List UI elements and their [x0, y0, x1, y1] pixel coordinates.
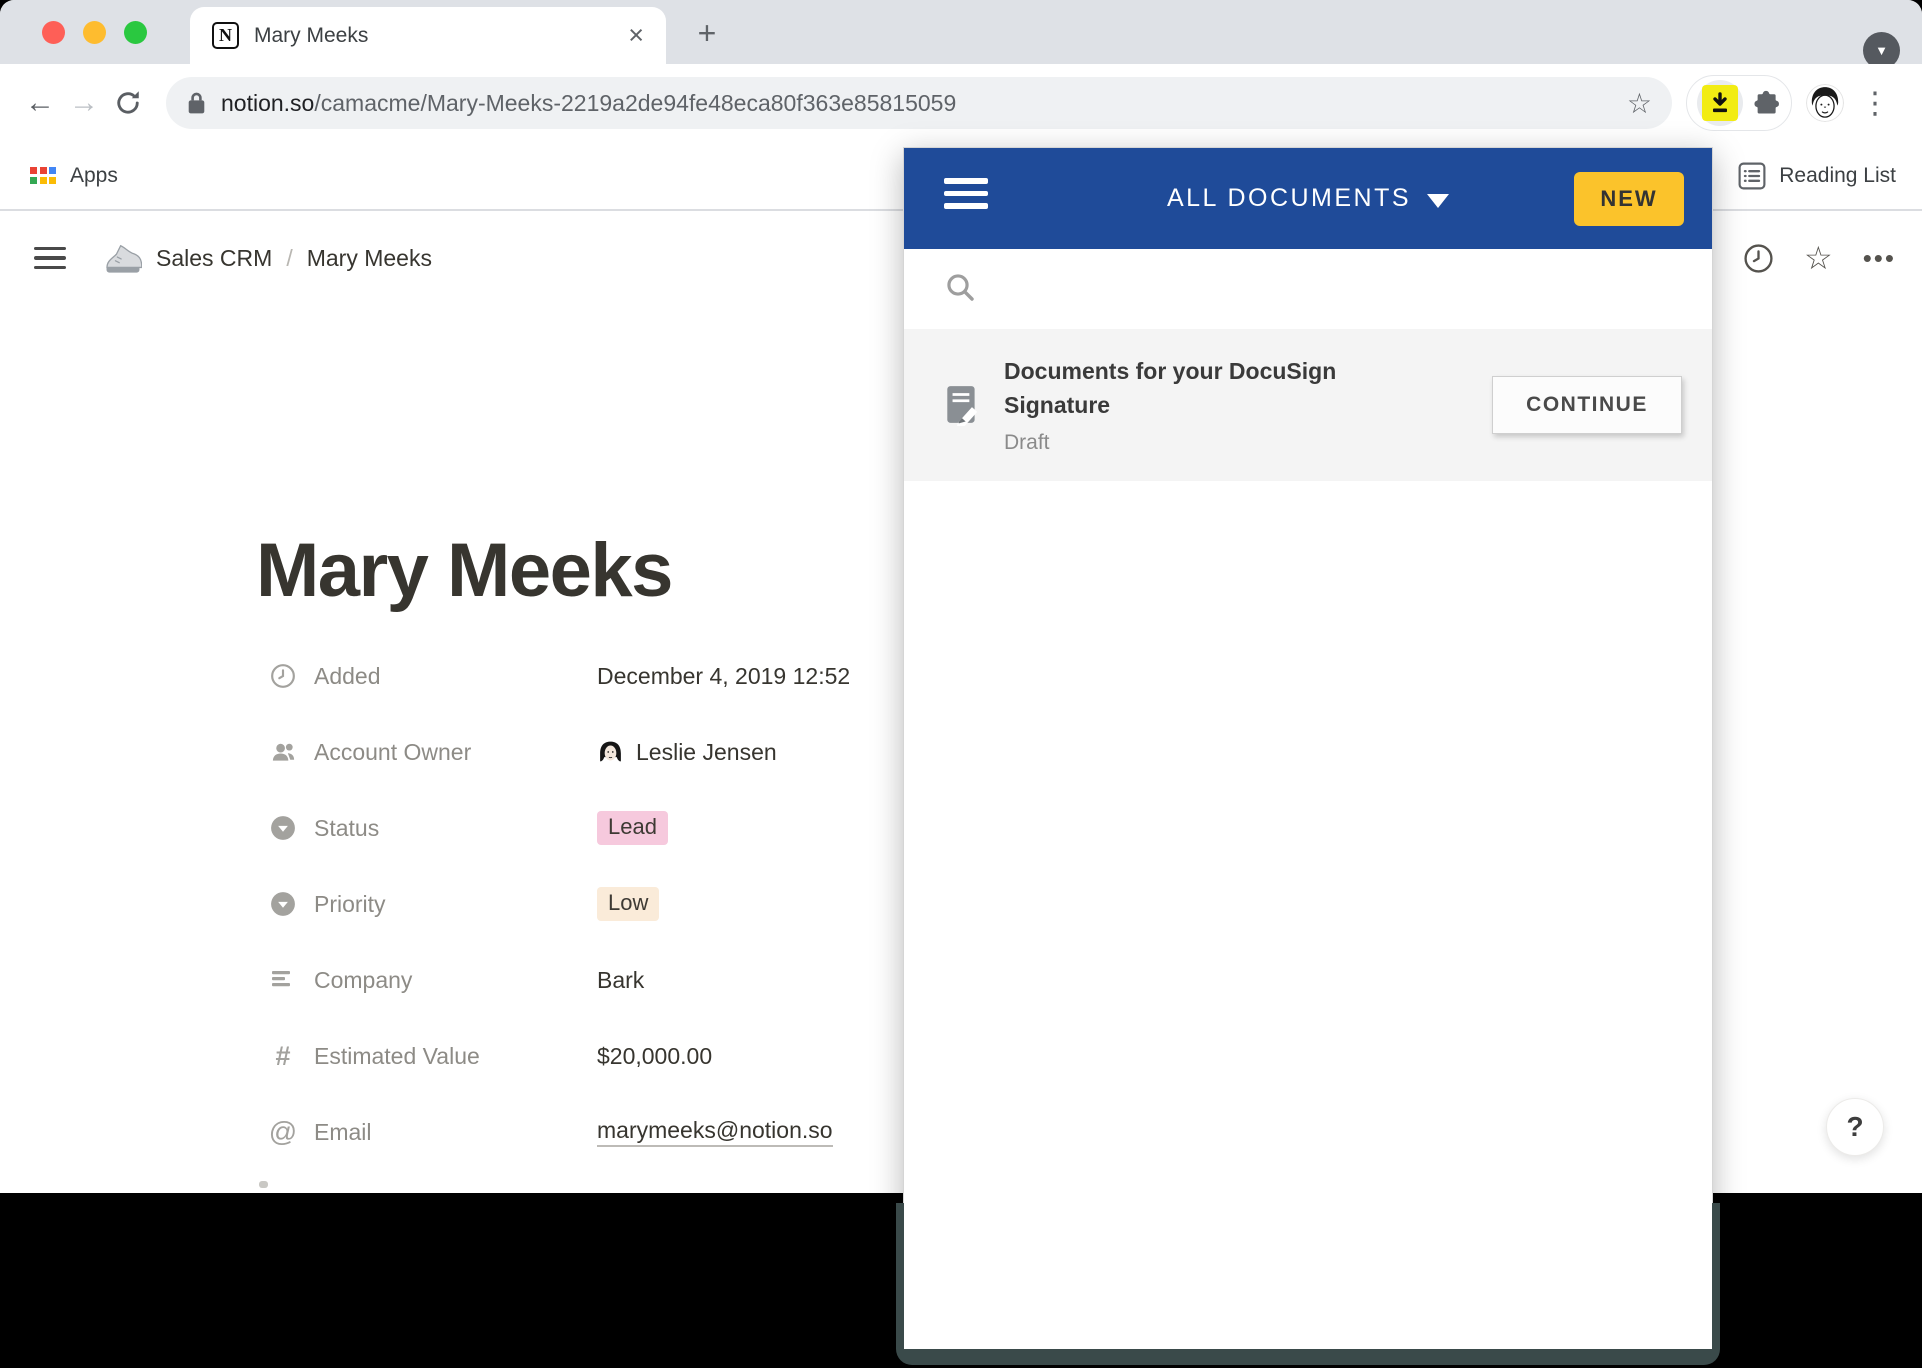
property-value-added[interactable]: December 4, 2019 12:52	[597, 663, 850, 690]
apps-grid-icon	[30, 167, 56, 184]
property-row-account-owner[interactable]: Account Owner Lesli	[268, 714, 908, 790]
property-label: Estimated Value	[314, 1043, 597, 1070]
updates-clock-button[interactable]	[1743, 243, 1774, 274]
owner-avatar	[597, 739, 624, 766]
download-extension-icon	[1702, 85, 1738, 121]
owner-name: Leslie Jensen	[636, 739, 777, 766]
forward-button[interactable]: →	[62, 81, 106, 125]
url-host: notion.so	[221, 90, 314, 116]
new-document-button[interactable]: NEW	[1574, 172, 1684, 226]
email-link[interactable]: marymeeks@notion.so	[597, 1117, 833, 1147]
url-bar[interactable]: notion.so/camacme/Mary-Meeks-2219a2de94f…	[166, 77, 1672, 129]
documents-filter-label: ALL DOCUMENTS	[1167, 184, 1411, 213]
reading-list-button[interactable]: Reading List	[1738, 162, 1896, 190]
text-lines-icon	[268, 969, 298, 991]
document-status: Draft	[1004, 431, 1394, 455]
document-title: Documents for your DocuSign Signature	[1004, 355, 1394, 422]
property-row-priority[interactable]: Priority Low	[268, 866, 908, 942]
document-draft-icon	[944, 384, 980, 426]
page-more-button[interactable]: •••	[1863, 243, 1896, 274]
docusign-search-row[interactable]	[904, 249, 1712, 329]
minimize-window-button[interactable]	[83, 21, 106, 44]
property-row-estimated-value[interactable]: # Estimated Value $20,000.00	[268, 1018, 908, 1094]
docusign-extension-button[interactable]	[1697, 80, 1743, 126]
document-info: Documents for your DocuSign Signature Dr…	[1004, 355, 1394, 455]
tab-close-icon[interactable]: ×	[628, 22, 644, 49]
url-text: notion.so/camacme/Mary-Meeks-2219a2de94f…	[221, 90, 956, 117]
browser-toolbar: ← → notion.so/camacme/Mary-Meeks-2219a2d…	[0, 64, 1922, 142]
reload-icon	[113, 88, 143, 118]
property-row-company[interactable]: Company Bark	[268, 942, 908, 1018]
property-row-email[interactable]: @ Email marymeeks@notion.so	[268, 1094, 908, 1170]
question-mark-icon: ?	[1846, 1111, 1863, 1143]
notion-favicon: N	[212, 22, 239, 49]
email-at-icon: @	[268, 1116, 298, 1148]
close-window-button[interactable]	[42, 21, 65, 44]
tab-title: Mary Meeks	[254, 24, 368, 48]
breadcrumb-root[interactable]: Sales CRM	[156, 245, 272, 272]
extensions-area	[1686, 75, 1792, 131]
property-row-added[interactable]: Added December 4, 2019 12:52	[268, 638, 908, 714]
new-tab-button[interactable]: +	[688, 14, 726, 52]
docusign-empty-body	[904, 481, 1712, 1358]
chevron-down-icon	[1427, 194, 1449, 208]
favorite-star-button[interactable]: ☆	[1804, 239, 1833, 277]
property-value-estimated[interactable]: $20,000.00	[597, 1043, 712, 1070]
priority-badge: Low	[597, 887, 659, 921]
help-button[interactable]: ?	[1826, 1098, 1884, 1156]
continue-button[interactable]: CONTINUE	[1492, 376, 1682, 434]
property-label: Company	[314, 967, 597, 994]
document-list-item[interactable]: Documents for your DocuSign Signature Dr…	[904, 329, 1712, 481]
clock-icon	[1743, 243, 1774, 274]
tab-strip: N Mary Meeks × + ▼	[0, 0, 1922, 64]
property-value-owner[interactable]: Leslie Jensen	[597, 739, 777, 766]
reload-button[interactable]	[106, 81, 150, 125]
number-hash-icon: #	[268, 1041, 298, 1072]
window-controls	[42, 0, 147, 64]
property-value-priority[interactable]: Low	[597, 887, 659, 921]
browser-menu-button[interactable]: ⋮	[1860, 86, 1890, 121]
status-badge: Lead	[597, 811, 668, 845]
page-title[interactable]: Mary Meeks	[256, 527, 672, 614]
breadcrumb-separator: /	[286, 245, 292, 272]
apps-shortcut[interactable]: Apps	[30, 164, 118, 188]
property-label: Added	[314, 663, 597, 690]
property-table: Added December 4, 2019 12:52 Account Own…	[268, 638, 908, 1170]
puzzle-icon	[1751, 88, 1781, 118]
property-value-status[interactable]: Lead	[597, 811, 668, 845]
lock-icon	[186, 90, 207, 116]
screenshot-stage: N Mary Meeks × + ▼ ← →	[0, 0, 1922, 1368]
browser-tab[interactable]: N Mary Meeks ×	[190, 7, 666, 64]
extensions-puzzle-button[interactable]	[1751, 88, 1781, 118]
property-row-status[interactable]: Status Lead	[268, 790, 908, 866]
reading-list-icon	[1738, 162, 1766, 190]
back-button[interactable]: ←	[18, 81, 62, 125]
property-label: Account Owner	[314, 739, 597, 766]
apps-label: Apps	[70, 164, 118, 188]
select-dropdown-icon	[268, 815, 298, 841]
profile-avatar[interactable]	[1806, 84, 1844, 122]
bookmark-star-icon[interactable]: ☆	[1615, 87, 1652, 120]
clock-icon	[268, 663, 298, 689]
docusign-panel: ALL DOCUMENTS NEW Docu	[903, 147, 1713, 1359]
person-icon	[268, 740, 298, 764]
property-label: Priority	[314, 891, 597, 918]
sneaker-page-icon	[104, 242, 142, 274]
zoom-window-button[interactable]	[124, 21, 147, 44]
clipped-next-property	[259, 1181, 268, 1188]
url-path: /camacme/Mary-Meeks-2219a2de94fe48eca80f…	[314, 90, 956, 116]
breadcrumb-current[interactable]: Mary Meeks	[307, 245, 432, 272]
property-label: Email	[314, 1119, 597, 1146]
notion-page-actions: ☆ •••	[1743, 239, 1896, 277]
property-label: Status	[314, 815, 597, 842]
select-dropdown-icon	[268, 891, 298, 917]
search-icon	[944, 271, 976, 303]
docusign-header: ALL DOCUMENTS NEW	[904, 148, 1712, 249]
chevron-down-icon: ▼	[1875, 43, 1888, 58]
property-value-company[interactable]: Bark	[597, 967, 644, 994]
sidebar-menu-icon[interactable]	[34, 247, 66, 270]
user-face-icon	[1806, 84, 1844, 122]
reading-list-label: Reading List	[1779, 164, 1896, 188]
